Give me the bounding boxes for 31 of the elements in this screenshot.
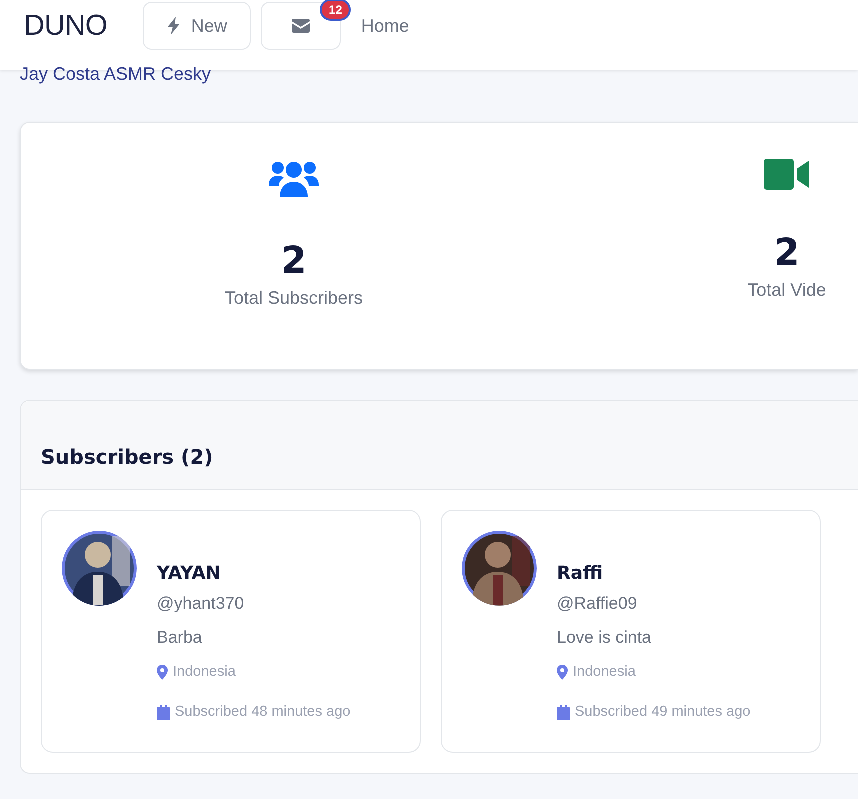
subscriber-bio: Love is cinta [557,628,652,648]
subscriber-card[interactable]: YAYAN @yhant370 Barba Indonesia Subscribed 48 minutes ago [41,510,421,753]
subscribed-time: Subscribed 49 minutes ago [575,704,751,720]
subscriber-handle: @yhant370 [157,594,246,614]
video-camera-icon [764,159,810,191]
envelope-icon [292,19,310,33]
home-link[interactable]: Home [361,16,410,36]
calendar-icon [157,704,170,720]
panel-title: Subscribers (2) [41,445,214,469]
subscriber-bio: Barba [157,628,204,648]
subscribed-time: Subscribed 48 minutes ago [175,704,351,720]
users-icon [269,159,319,199]
calendar-icon [557,704,570,720]
lightning-icon [167,17,182,35]
stat-label: Total Subscribers [224,288,364,309]
subscriber-card[interactable]: Raffi @Raffie09 Love is cinta Indonesia Subscribed 49 minutes ago [441,510,821,753]
notification-badge: 12 [320,0,352,21]
messages-button[interactable] [261,2,342,50]
stat-value: 2 [774,231,800,274]
breadcrumb-link[interactable]: Jay Costa ASMR Cesky [20,68,858,120]
logo[interactable]: DUNO [24,10,108,42]
new-button[interactable]: New [143,2,252,50]
stat-label: Total Vide [748,280,826,301]
location-pin-icon [557,664,568,680]
stat-value: 2 [281,239,307,282]
subscriber-name: Raffi [557,563,604,584]
location-text: Indonesia [173,664,236,680]
subscriber-handle: @Raffie09 [557,594,638,614]
location-pin-icon [157,664,168,680]
subscriber-name: YAYAN [157,563,222,584]
location-text: Indonesia [573,664,636,680]
